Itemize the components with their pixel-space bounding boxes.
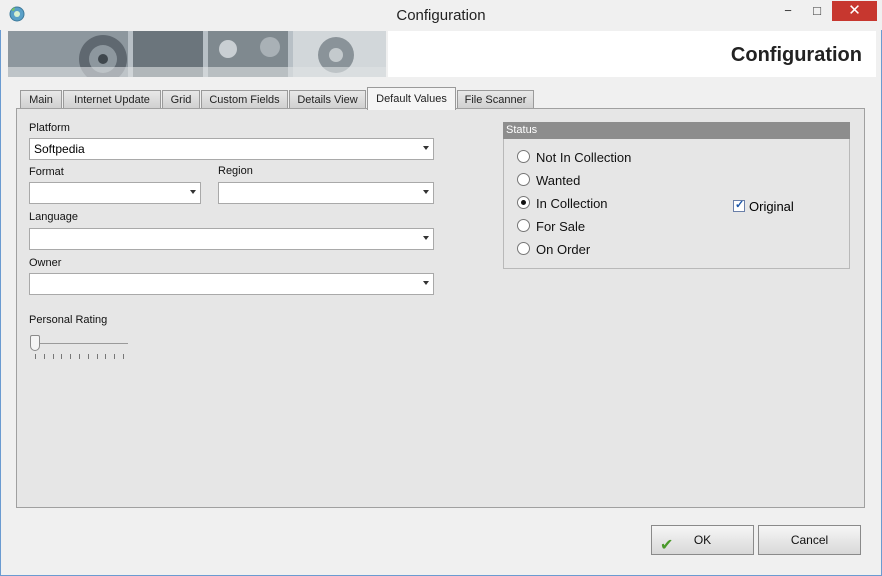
- cancel-button-label: Cancel: [790, 533, 829, 547]
- radio-label-in-collection: In Collection: [536, 196, 608, 211]
- rating-slider-track[interactable]: [35, 343, 128, 344]
- language-label: Language: [29, 211, 78, 223]
- chevron-down-icon: [423, 190, 429, 194]
- original-checkbox[interactable]: ✓: [733, 199, 745, 212]
- maximize-button[interactable]: □: [803, 1, 831, 21]
- slider-tick: [35, 354, 36, 359]
- slider-tick: [114, 354, 116, 359]
- chevron-down-icon: [423, 236, 429, 240]
- rating-slider-thumb[interactable]: [30, 335, 40, 351]
- ok-button-label: OK: [693, 533, 712, 547]
- slider-tick: [70, 354, 72, 359]
- platform-value: Softpedia: [34, 142, 85, 156]
- slider-tick: [105, 354, 107, 359]
- close-button[interactable]: ✕: [832, 1, 877, 21]
- radio-in-collection[interactable]: [517, 196, 530, 209]
- header-panel: Configuration: [388, 31, 876, 77]
- radio-label-for-sale: For Sale: [536, 219, 586, 234]
- radio-label-on-order: On Order: [536, 242, 591, 257]
- slider-tick: [96, 354, 98, 359]
- tab-file-scanner[interactable]: File Scanner: [457, 90, 534, 109]
- page-title: Configuration: [730, 44, 862, 66]
- radio-on-order[interactable]: [517, 242, 530, 255]
- tab-details-view[interactable]: Details View: [289, 90, 366, 109]
- platform-select[interactable]: Softpedia: [29, 138, 434, 160]
- tab-main[interactable]: Main: [20, 90, 62, 109]
- format-select[interactable]: [29, 182, 201, 204]
- tab-grid[interactable]: Grid: [162, 90, 200, 109]
- original-label: Original: [749, 199, 794, 214]
- region-select[interactable]: [218, 182, 434, 204]
- radio-for-sale[interactable]: [517, 219, 530, 232]
- header-banner-image: [8, 31, 386, 77]
- slider-tick: [43, 354, 45, 359]
- chevron-down-icon: [423, 146, 429, 150]
- radio-not-in-collection[interactable]: [517, 150, 530, 163]
- window-title: Configuration: [396, 7, 486, 24]
- cancel-button[interactable]: Cancel: [758, 525, 861, 555]
- ok-button[interactable]: ✔ OK: [651, 525, 754, 555]
- status-group-title: Status: [503, 122, 850, 139]
- radio-label-wanted: Wanted: [536, 173, 581, 188]
- slider-tick: [52, 354, 54, 359]
- slider-tick: [87, 354, 89, 359]
- tab-internet-update[interactable]: Internet Update: [63, 90, 161, 109]
- checkmark-icon: ✓: [735, 199, 745, 211]
- owner-label: Owner: [29, 257, 62, 269]
- region-label: Region: [218, 165, 253, 177]
- owner-select[interactable]: [29, 273, 434, 295]
- language-select[interactable]: [29, 228, 434, 250]
- chevron-down-icon: [423, 281, 429, 285]
- slider-tick: [61, 354, 63, 359]
- personal-rating-label: Personal Rating: [29, 314, 108, 326]
- chevron-down-icon: [190, 190, 196, 194]
- minimize-button[interactable]: −: [774, 1, 802, 21]
- slider-tick: [79, 354, 80, 359]
- format-label: Format: [29, 166, 64, 178]
- tab-custom-fields[interactable]: Custom Fields: [201, 90, 288, 109]
- platform-label: Platform: [29, 122, 70, 134]
- check-icon: ✔: [660, 537, 674, 554]
- radio-wanted[interactable]: [517, 173, 530, 186]
- radio-label-not-in-collection: Not In Collection: [536, 150, 632, 165]
- tab-default-values[interactable]: Default Values: [367, 87, 456, 110]
- slider-tick: [123, 354, 124, 359]
